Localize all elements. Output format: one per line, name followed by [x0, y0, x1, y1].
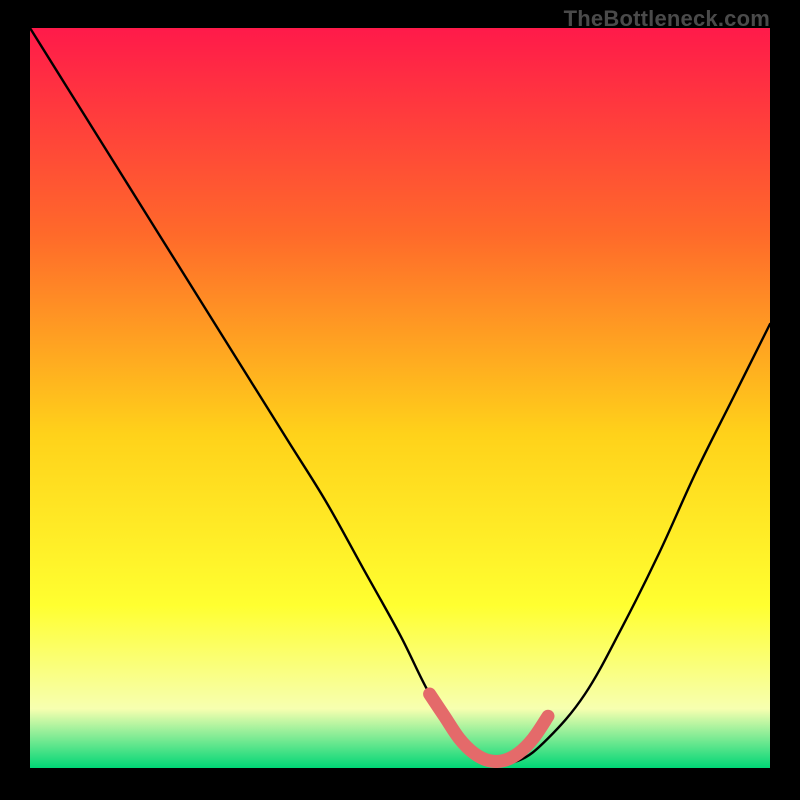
plot-area: [30, 28, 770, 768]
chart-frame: TheBottleneck.com: [0, 0, 800, 800]
bottleneck-chart: [30, 28, 770, 768]
gradient-background: [30, 28, 770, 768]
